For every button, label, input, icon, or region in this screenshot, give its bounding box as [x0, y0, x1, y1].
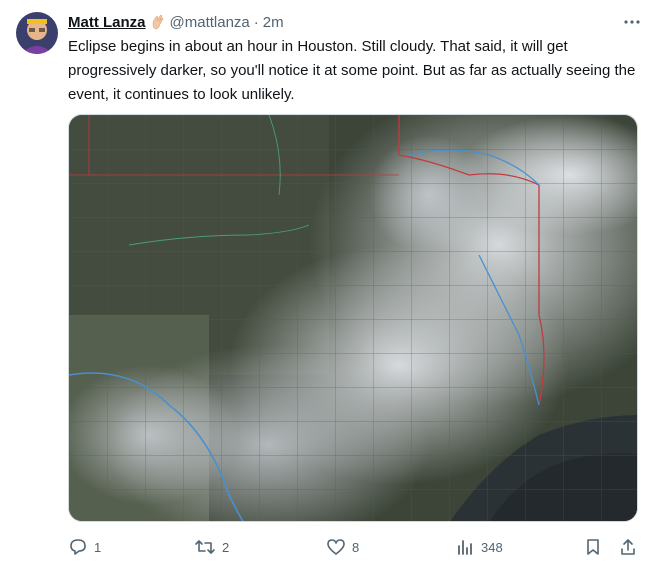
share-button[interactable]	[618, 534, 638, 560]
reply-button[interactable]: 1	[68, 534, 101, 560]
tweet-text: Eclipse begins in about an hour in Houst…	[68, 38, 636, 103]
retweet-count: 2	[222, 539, 230, 555]
like-button[interactable]: 8	[326, 534, 359, 560]
avatar[interactable]	[16, 12, 58, 54]
more-options-icon[interactable]	[622, 12, 642, 32]
retweet-icon	[194, 537, 216, 557]
share-icon	[618, 537, 638, 557]
action-bar: 1 2 8 348	[68, 534, 640, 560]
reply-icon	[68, 537, 88, 557]
retweet-button[interactable]: 2	[194, 534, 229, 560]
bookmark-button[interactable]	[583, 534, 603, 560]
separator-dot: ·	[253, 13, 259, 31]
timestamp[interactable]: 2m	[263, 14, 284, 31]
tweet-header: Matt Lanza @mattlanza · 2m	[68, 12, 634, 32]
analytics-icon	[455, 537, 475, 557]
like-count: 8	[352, 539, 360, 555]
views-count: 348	[481, 539, 503, 555]
heart-icon	[326, 537, 346, 557]
tweet-card: Matt Lanza @mattlanza · 2m Eclipse begin…	[0, 0, 654, 572]
waving-hand-icon	[150, 14, 166, 30]
satellite-image-texas-map[interactable]	[68, 114, 638, 522]
author-name[interactable]: Matt Lanza	[68, 14, 146, 31]
views-button[interactable]: 348	[455, 534, 503, 560]
bookmark-icon	[583, 537, 603, 557]
author-handle[interactable]: @mattlanza	[170, 14, 250, 31]
reply-count: 1	[94, 539, 102, 555]
